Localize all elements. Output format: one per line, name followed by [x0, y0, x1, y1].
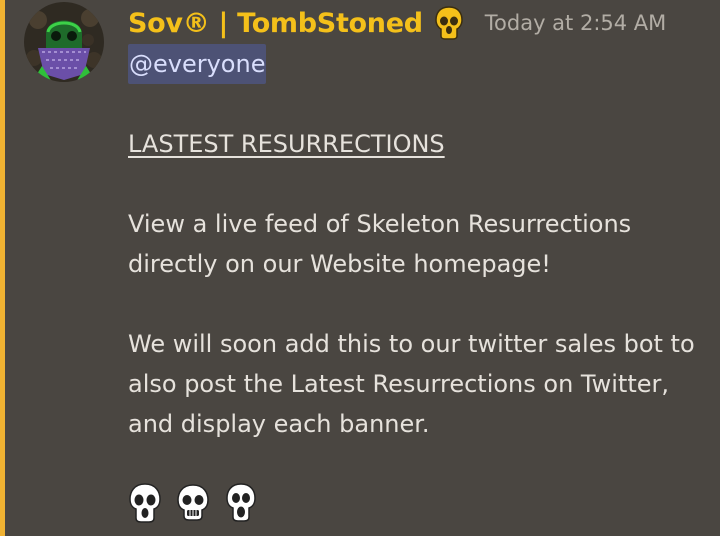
paragraph-line: We will soon add this to our twitter sal…: [128, 330, 695, 358]
emoji-row: [128, 482, 258, 524]
author-username[interactable]: Sov® | TombStoned: [128, 8, 423, 39]
paragraph-line: directly on our Website homepage!: [128, 250, 551, 278]
skull-emoji-icon[interactable]: [224, 482, 258, 524]
avatar[interactable]: [24, 2, 104, 82]
message-header: Sov® | TombStoned Today at 2:54 AM: [128, 3, 666, 43]
message-heading: LASTEST RESURRECTIONS: [128, 130, 445, 158]
skeleton-avatar-icon: [24, 2, 104, 82]
message-content: @everyone LASTEST RESURRECTIONS View a l…: [128, 44, 708, 444]
mention-highlight-bar: [0, 0, 5, 536]
skull-emoji-icon[interactable]: [128, 482, 162, 524]
message-timestamp[interactable]: Today at 2:54 AM: [485, 11, 667, 35]
paragraph-line: View a live feed of Skeleton Resurrectio…: [128, 210, 632, 238]
skull-emoji-icon[interactable]: [176, 482, 210, 524]
paragraph-line: and display each banner.: [128, 410, 430, 438]
paragraph-line: also post the Latest Resurrections on Tw…: [128, 370, 669, 398]
everyone-mention[interactable]: @everyone: [128, 44, 267, 84]
yellow-skull-icon: [435, 6, 463, 40]
